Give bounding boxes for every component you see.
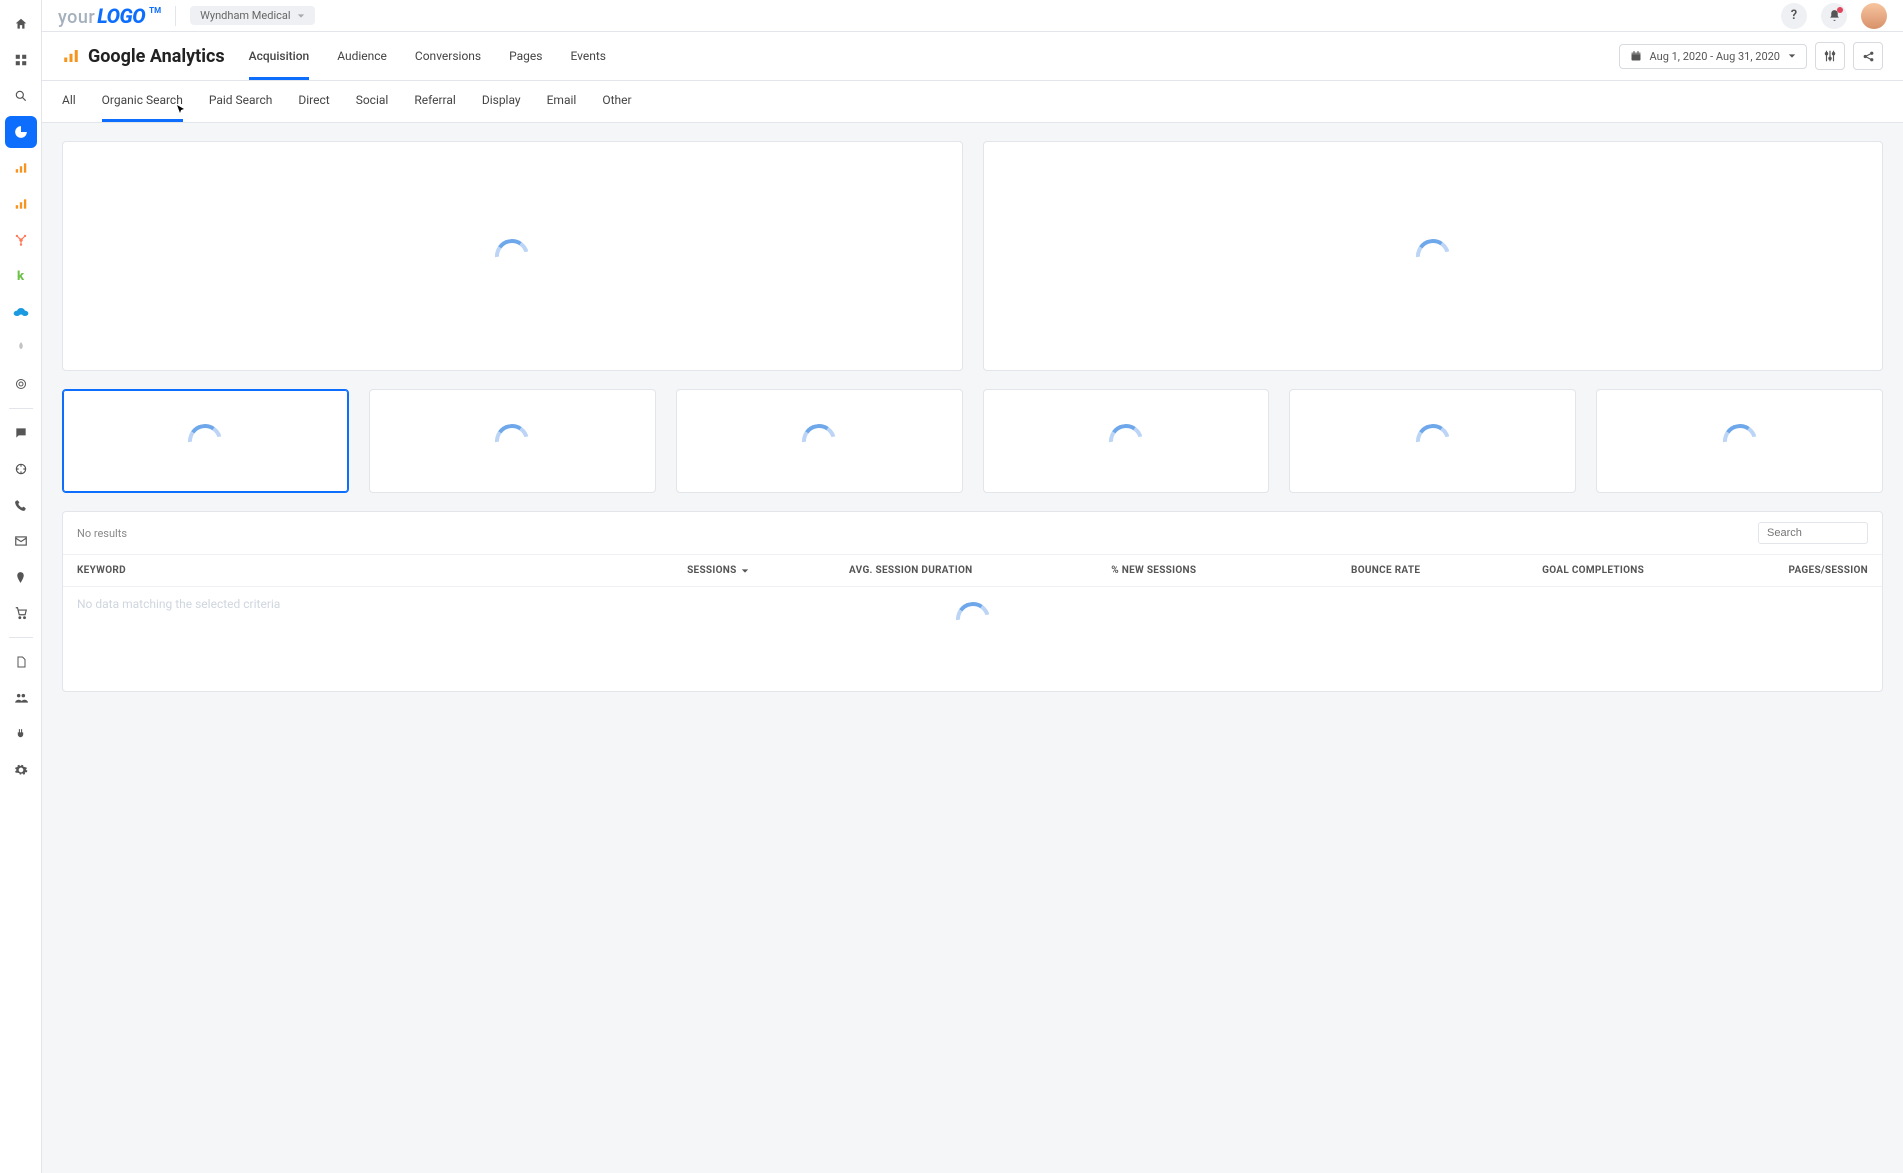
sidebar-plant[interactable] <box>5 332 37 364</box>
tab-events[interactable]: Events <box>570 35 606 80</box>
metric-card-3[interactable] <box>676 389 963 493</box>
loading-spinner-icon <box>799 421 838 460</box>
sidebar-settings[interactable] <box>5 754 37 786</box>
ga-icon <box>62 47 80 65</box>
loading-spinner-icon <box>1413 236 1452 275</box>
metric-card-2[interactable] <box>369 389 656 493</box>
loading-spinner-icon <box>1413 421 1452 460</box>
caret-down-icon <box>1788 52 1796 60</box>
col-pages-session[interactable]: PAGES/SESSION <box>1644 565 1868 576</box>
loading-spinner-icon <box>493 421 532 460</box>
tab-pages[interactable]: Pages <box>509 35 542 80</box>
sidebar-cart[interactable] <box>5 597 37 629</box>
page-header: Google Analytics Acquisition Audience Co… <box>42 32 1903 81</box>
help-button[interactable]: ? <box>1781 3 1807 29</box>
sidebar-salesforce[interactable] <box>5 296 37 328</box>
primary-tabs: Acquisition Audience Conversions Pages E… <box>249 32 606 80</box>
tab-audience[interactable]: Audience <box>337 35 387 80</box>
divider <box>175 6 176 26</box>
sidebar-ga-1[interactable] <box>5 152 37 184</box>
date-range-label: Aug 1, 2020 - Aug 31, 2020 <box>1650 50 1780 63</box>
share-button[interactable] <box>1853 42 1883 70</box>
metric-card-5[interactable] <box>1289 389 1576 493</box>
date-range-picker[interactable]: Aug 1, 2020 - Aug 31, 2020 <box>1619 44 1807 69</box>
sidebar-plug[interactable] <box>5 718 37 750</box>
loading-spinner-icon <box>186 421 225 460</box>
logo-part2: LOGO <box>97 4 145 28</box>
subtab-paid-search[interactable]: Paid Search <box>209 81 273 122</box>
col-keyword[interactable]: KEYWORD <box>77 565 525 576</box>
subtab-display[interactable]: Display <box>482 81 521 122</box>
sidebar-mail[interactable] <box>5 525 37 557</box>
data-table-panel: No results KEYWORD SESSIONS AVG. SESSION… <box>62 511 1883 692</box>
page-title: Google Analytics <box>88 46 225 67</box>
cursor-icon <box>175 104 187 116</box>
sidebar-home[interactable] <box>5 8 37 40</box>
sidebar-file[interactable] <box>5 646 37 678</box>
table-loading-spinner <box>956 602 990 636</box>
sidebar-users[interactable] <box>5 682 37 714</box>
no-results-label: No results <box>77 527 127 540</box>
subtab-label: Organic Search <box>102 93 183 107</box>
content-area: No results KEYWORD SESSIONS AVG. SESSION… <box>42 123 1903 710</box>
subtab-referral[interactable]: Referral <box>414 81 456 122</box>
metric-card-1[interactable] <box>62 389 349 493</box>
sidebar-analytics-active[interactable] <box>5 116 37 148</box>
subtab-social[interactable]: Social <box>356 81 389 122</box>
chart-card-large-1 <box>62 141 963 371</box>
sidebar-target[interactable] <box>5 368 37 400</box>
notifications-button[interactable] <box>1821 3 1847 29</box>
calendar-icon <box>1630 50 1642 62</box>
sliders-icon <box>1823 49 1837 63</box>
notification-dot <box>1837 7 1843 13</box>
logo[interactable]: your LOGO TM <box>58 4 161 28</box>
subtab-direct[interactable]: Direct <box>298 81 329 122</box>
tab-acquisition[interactable]: Acquisition <box>249 35 310 80</box>
share-icon <box>1862 50 1875 63</box>
col-goal-completions[interactable]: GOAL COMPLETIONS <box>1420 565 1644 576</box>
user-avatar[interactable] <box>1861 3 1887 29</box>
sort-desc-icon <box>741 567 749 575</box>
table-header-row: KEYWORD SESSIONS AVG. SESSION DURATION %… <box>63 554 1882 587</box>
metric-card-4[interactable] <box>983 389 1270 493</box>
sidebar-ga-2[interactable] <box>5 188 37 220</box>
logo-tm: TM <box>149 6 161 15</box>
loading-spinner-icon <box>1106 421 1145 460</box>
col-avg-session-duration[interactable]: AVG. SESSION DURATION <box>749 565 973 576</box>
sub-tabs: All Organic Search Paid Search Direct So… <box>42 81 1903 123</box>
loading-spinner-icon <box>493 236 532 275</box>
loading-spinner-icon <box>1720 421 1759 460</box>
sidebar-map[interactable] <box>5 561 37 593</box>
sidebar-goal[interactable] <box>5 453 37 485</box>
col-new-sessions[interactable]: % NEW SESSIONS <box>973 565 1197 576</box>
subtab-other[interactable]: Other <box>602 81 631 122</box>
topbar: your LOGO TM Wyndham Medical ? <box>42 0 1903 32</box>
subtab-email[interactable]: Email <box>547 81 577 122</box>
sidebar-search[interactable] <box>5 80 37 112</box>
sidebar-chat[interactable] <box>5 417 37 449</box>
settings-sliders-button[interactable] <box>1815 42 1845 70</box>
subtab-all[interactable]: All <box>62 81 76 122</box>
subtab-organic-search[interactable]: Organic Search <box>102 81 183 122</box>
sidebar-k[interactable]: k <box>5 260 37 292</box>
metric-card-6[interactable] <box>1596 389 1883 493</box>
col-sessions[interactable]: SESSIONS <box>525 565 749 576</box>
chart-card-large-2 <box>983 141 1884 371</box>
client-switcher[interactable]: Wyndham Medical <box>190 6 314 25</box>
sidebar-apps[interactable] <box>5 44 37 76</box>
client-name: Wyndham Medical <box>200 9 290 22</box>
sidebar-phone[interactable] <box>5 489 37 521</box>
loading-spinner-icon <box>953 599 992 638</box>
help-icon: ? <box>1791 8 1797 23</box>
tab-conversions[interactable]: Conversions <box>415 35 481 80</box>
col-bounce-rate[interactable]: BOUNCE RATE <box>1196 565 1420 576</box>
left-sidebar: k <box>0 0 42 1173</box>
sidebar-hubspot[interactable] <box>5 224 37 256</box>
logo-part1: your <box>58 7 95 28</box>
table-search-input[interactable] <box>1758 522 1868 544</box>
caret-down-icon <box>297 12 305 20</box>
